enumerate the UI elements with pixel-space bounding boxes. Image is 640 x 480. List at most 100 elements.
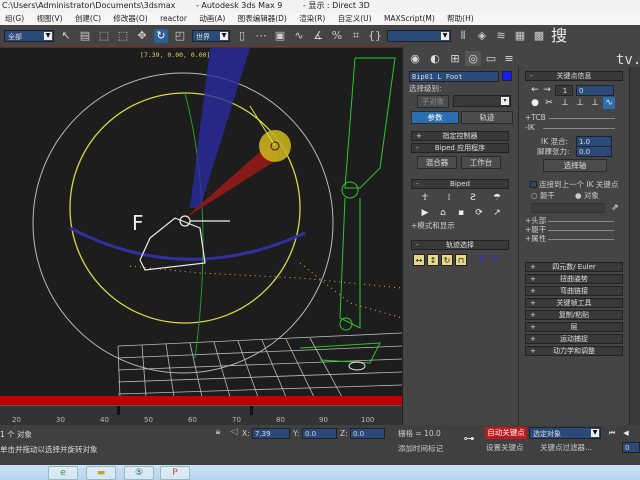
key-filters-button[interactable]: 关键点过滤器...: [540, 442, 592, 453]
y-coordinate-field[interactable]: 0.0: [302, 428, 337, 439]
rotate-icon[interactable]: ↻: [154, 29, 168, 43]
join-prev-checkbox[interactable]: [530, 181, 537, 188]
rollout-twist-poses[interactable]: + 扭曲姿势: [525, 274, 623, 284]
props-rollout[interactable]: +属性: [525, 233, 546, 244]
rollout-biped-apps[interactable]: - Biped 应用程序: [411, 143, 509, 153]
rollout-bend-links[interactable]: + 弯曲链接: [525, 286, 623, 296]
key-icon[interactable]: ⊶: [463, 433, 475, 445]
powerpoint-taskbar-icon[interactable]: P: [160, 466, 190, 480]
explorer-taskbar-icon[interactable]: ▬: [86, 466, 116, 480]
spinner-snap-icon[interactable]: ⌗: [349, 29, 363, 43]
move-icon[interactable]: ✥: [135, 29, 149, 43]
utilities-tab-icon[interactable]: ≡: [501, 51, 517, 66]
rollout-quaternion-euler[interactable]: + 四元数/ Euler: [525, 262, 623, 272]
menu-maxscript[interactable]: MAXScript(M): [384, 14, 435, 23]
ref-coord-dropdown[interactable]: 世界 ▼: [192, 30, 230, 42]
object-color-swatch[interactable]: [502, 71, 512, 81]
lock-icon[interactable]: 🔒︎: [212, 426, 224, 438]
absolute-mode-icon[interactable]: ◁: [228, 426, 240, 438]
edit-named-sel-icon[interactable]: {}: [368, 29, 382, 43]
pick-object-field[interactable]: [531, 203, 605, 213]
rollout-keyframing-tools[interactable]: + 关键帧工具: [525, 298, 623, 308]
key-time-field[interactable]: 0: [576, 85, 614, 96]
angle-snap-icon[interactable]: ∡: [311, 29, 325, 43]
curve-editor-icon[interactable]: ▦: [513, 29, 527, 43]
symmetrical-icon[interactable]: ☥: [475, 254, 487, 266]
rollout-motion-capture[interactable]: + 运动捕捉: [525, 334, 623, 344]
mirror-tool-icon[interactable]: ⫴: [456, 29, 470, 43]
rollout-biped[interactable]: - Biped: [411, 179, 509, 189]
ik-rollout[interactable]: -IK: [525, 122, 535, 133]
layer-manager-icon[interactable]: ≋: [494, 29, 508, 43]
align-icon[interactable]: ◈: [475, 29, 489, 43]
set-key-icon[interactable]: ●: [529, 97, 541, 109]
rect-selection-icon[interactable]: ⬚: [97, 29, 111, 43]
named-selection-dropdown[interactable]: ▼: [387, 30, 451, 42]
hierarchy-tab-icon[interactable]: ⊞: [447, 51, 463, 66]
snap-icon[interactable]: ∿: [292, 29, 306, 43]
menu-customize[interactable]: 自定义(U): [338, 14, 372, 23]
motion-tab-icon[interactable]: ◎: [465, 51, 481, 66]
menu-views[interactable]: 视图(V): [37, 14, 63, 23]
delete-key-icon[interactable]: ✂: [543, 97, 555, 109]
convert-icon[interactable]: ⟳: [473, 207, 485, 219]
rollout-dynamics-adaptation[interactable]: + 动力学和调整: [525, 346, 623, 356]
body-horizontal-icon[interactable]: ↔: [413, 254, 425, 266]
menu-modifiers[interactable]: 修改器(O): [113, 14, 147, 23]
time-slider-marker[interactable]: [117, 406, 120, 415]
workbench-button[interactable]: 工作台: [461, 156, 501, 169]
move-all-icon[interactable]: ↗: [491, 207, 503, 219]
create-tab-icon[interactable]: ◉: [407, 51, 423, 66]
lock-cog-icon[interactable]: ⊓: [455, 254, 467, 266]
select-pivot-button[interactable]: 选择轴: [543, 159, 607, 172]
menu-help[interactable]: 帮助(H): [447, 14, 474, 23]
menu-create[interactable]: 创建(C): [75, 14, 101, 23]
scale-icon[interactable]: ◰: [173, 29, 187, 43]
perspective-viewport[interactable]: F [7.39, 0.00, 0.00]: [0, 47, 402, 396]
object-radio[interactable]: ● 对象: [575, 190, 599, 201]
z-coordinate-field[interactable]: 0.0: [350, 428, 385, 439]
selection-filter-dropdown[interactable]: 全部 ▼: [4, 30, 54, 42]
footstep-mode-icon[interactable]: ⁞: [443, 192, 455, 204]
set-free-key-icon[interactable]: ⊥: [589, 97, 601, 109]
playback-icon[interactable]: ▶: [419, 207, 431, 219]
body-radio[interactable]: ○ 躯干: [531, 190, 555, 201]
save-file-icon[interactable]: ▪: [455, 207, 467, 219]
rollout-assign-controller[interactable]: + 指定控制器: [411, 131, 509, 141]
menu-animation[interactable]: 动画(A): [199, 14, 225, 23]
modify-tab-icon[interactable]: ◐: [427, 51, 443, 66]
menu-rendering[interactable]: 渲染(R): [299, 14, 325, 23]
tab-parameters[interactable]: 参数: [411, 111, 459, 124]
ankle-tension-field[interactable]: 0.0: [576, 146, 612, 157]
3dsmax-taskbar-icon[interactable]: ⑤: [124, 466, 154, 480]
key-number-field[interactable]: 1: [555, 85, 573, 96]
mirror-icon[interactable]: ▣: [273, 29, 287, 43]
pivot-icon[interactable]: ▯: [235, 29, 249, 43]
pick-icon[interactable]: ⇗: [609, 202, 621, 214]
figure-mode-icon[interactable]: ☥: [419, 192, 431, 204]
ie-taskbar-icon[interactable]: e: [48, 466, 78, 480]
key-marker[interactable]: [250, 406, 253, 415]
body-vertical-icon[interactable]: ↕: [427, 254, 439, 266]
prev-key-icon[interactable]: ←: [529, 84, 541, 96]
motion-flow-icon[interactable]: Ƨ: [467, 192, 479, 204]
open-file-icon[interactable]: ⌂: [437, 207, 449, 219]
set-key-button[interactable]: 设置关键点: [486, 442, 524, 453]
go-to-start-icon[interactable]: ⏮: [606, 427, 618, 439]
rollout-copy-paste[interactable]: + 复制/粘贴: [525, 310, 623, 320]
auto-key-button[interactable]: 自动关键点: [485, 427, 527, 439]
panel-scrollbar[interactable]: [629, 67, 640, 425]
mode-display-rollout[interactable]: +模式和显示: [411, 220, 455, 231]
percent-snap-icon[interactable]: %: [330, 29, 344, 43]
sub-object-button[interactable]: 子对象: [417, 95, 449, 108]
select-by-name-icon[interactable]: ▤: [78, 29, 92, 43]
timeline-ruler[interactable]: 20 30 40 50 60 70 80 90 100: [0, 405, 402, 425]
schematic-view-icon[interactable]: ▩: [532, 29, 546, 43]
key-mode-dropdown[interactable]: 选定对象 ▼: [529, 427, 601, 439]
object-name-field[interactable]: Bip01 L Foot: [409, 71, 499, 82]
menu-reactor[interactable]: reactor: [160, 14, 187, 23]
window-crossing-icon[interactable]: ⬚: [116, 29, 130, 43]
x-coordinate-field[interactable]: 7.39: [252, 428, 290, 439]
link-icon[interactable]: ⋯: [254, 29, 268, 43]
set-sliding-key-icon[interactable]: ⊥: [574, 97, 586, 109]
